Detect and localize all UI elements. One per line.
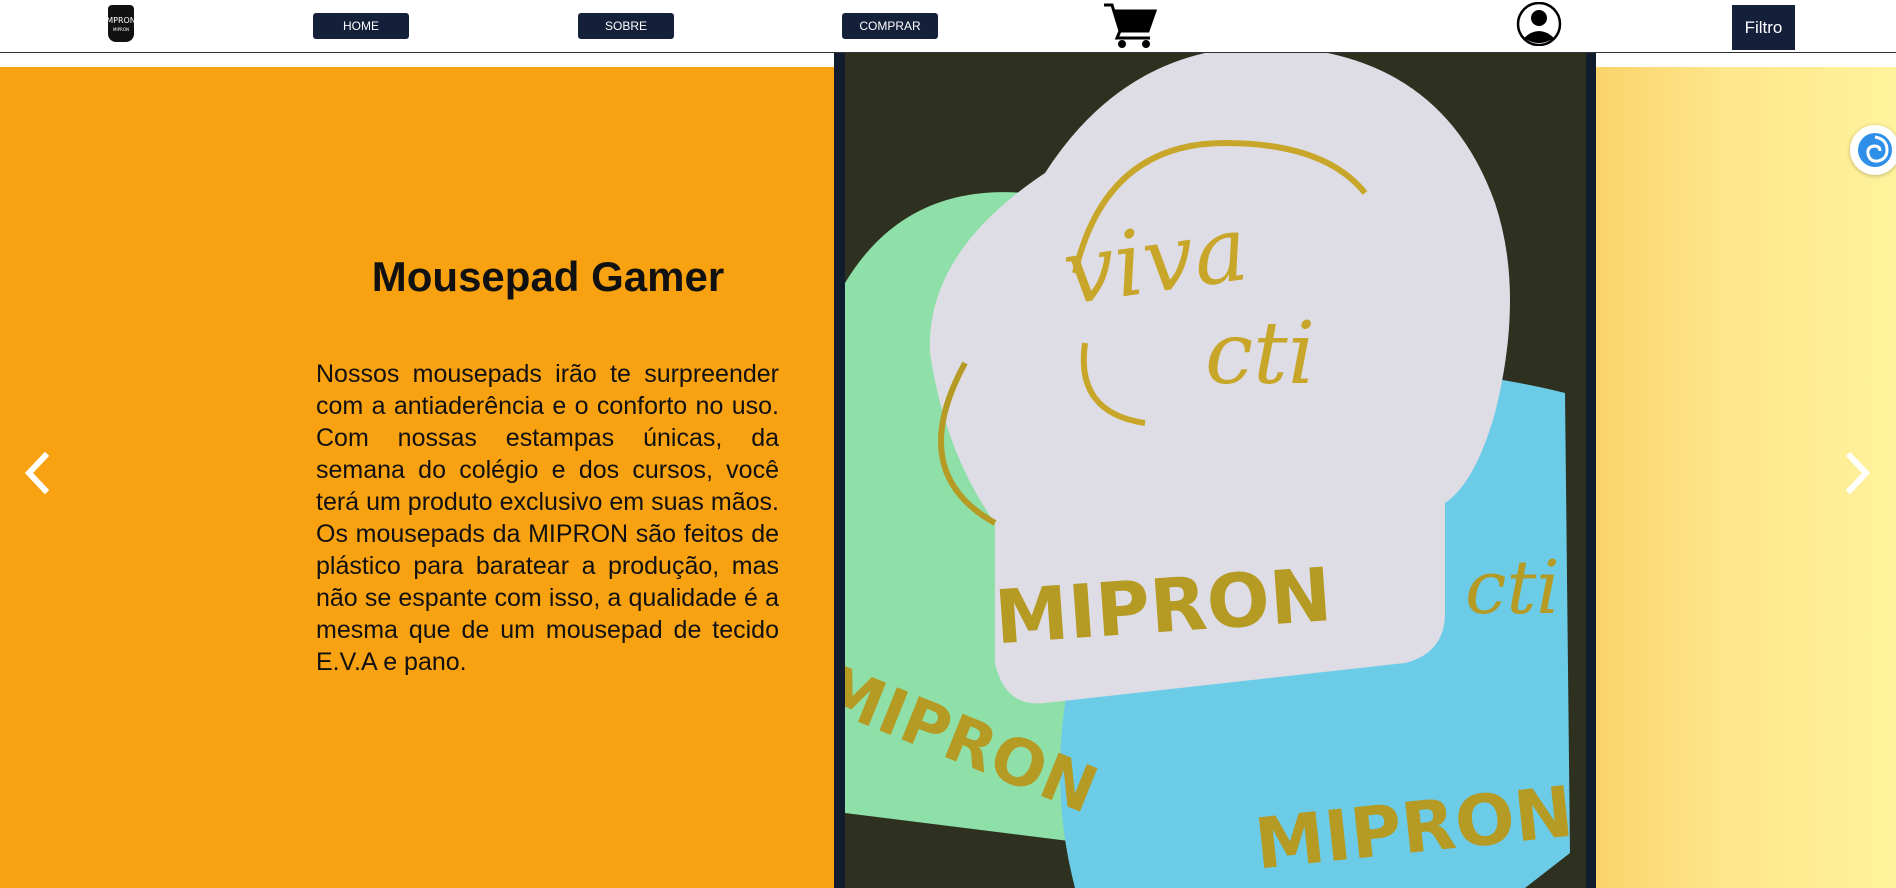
chevron-left-icon[interactable] xyxy=(17,448,57,498)
mousepad-photo: MIPRON MIPRON MIPRON viva cti cti xyxy=(845,53,1586,888)
logo-text: MPRON xyxy=(106,15,136,25)
slide-description: Nossos mousepads irão te surpreender com… xyxy=(316,360,779,676)
logo-subtext: MIPRON xyxy=(113,26,129,32)
slide-title: Mousepad Gamer xyxy=(371,253,725,300)
chevron-right-icon[interactable] xyxy=(1838,448,1878,498)
filtro-button[interactable]: Filtro xyxy=(1732,5,1795,50)
photo-cti-text-blue: cti xyxy=(1465,545,1560,631)
swirl-icon xyxy=(1858,133,1892,167)
sobre-button[interactable]: SOBRE xyxy=(578,13,674,39)
user-account-icon[interactable] xyxy=(1514,2,1564,46)
swirl-extension-icon[interactable] xyxy=(1850,125,1896,175)
mousepad-photo-illustration: MIPRON MIPRON MIPRON viva cti cti xyxy=(845,53,1586,888)
photo-cti-text: cti xyxy=(1205,304,1315,404)
brand-logo[interactable]: MPRON MIPRON xyxy=(106,5,136,42)
top-navbar: MPRON MIPRON HOME SOBRE COMPRAR Filtro xyxy=(0,0,1896,53)
comprar-button[interactable]: COMPRAR xyxy=(842,13,938,39)
home-button[interactable]: HOME xyxy=(313,13,409,39)
cart-icon[interactable] xyxy=(1102,1,1158,49)
